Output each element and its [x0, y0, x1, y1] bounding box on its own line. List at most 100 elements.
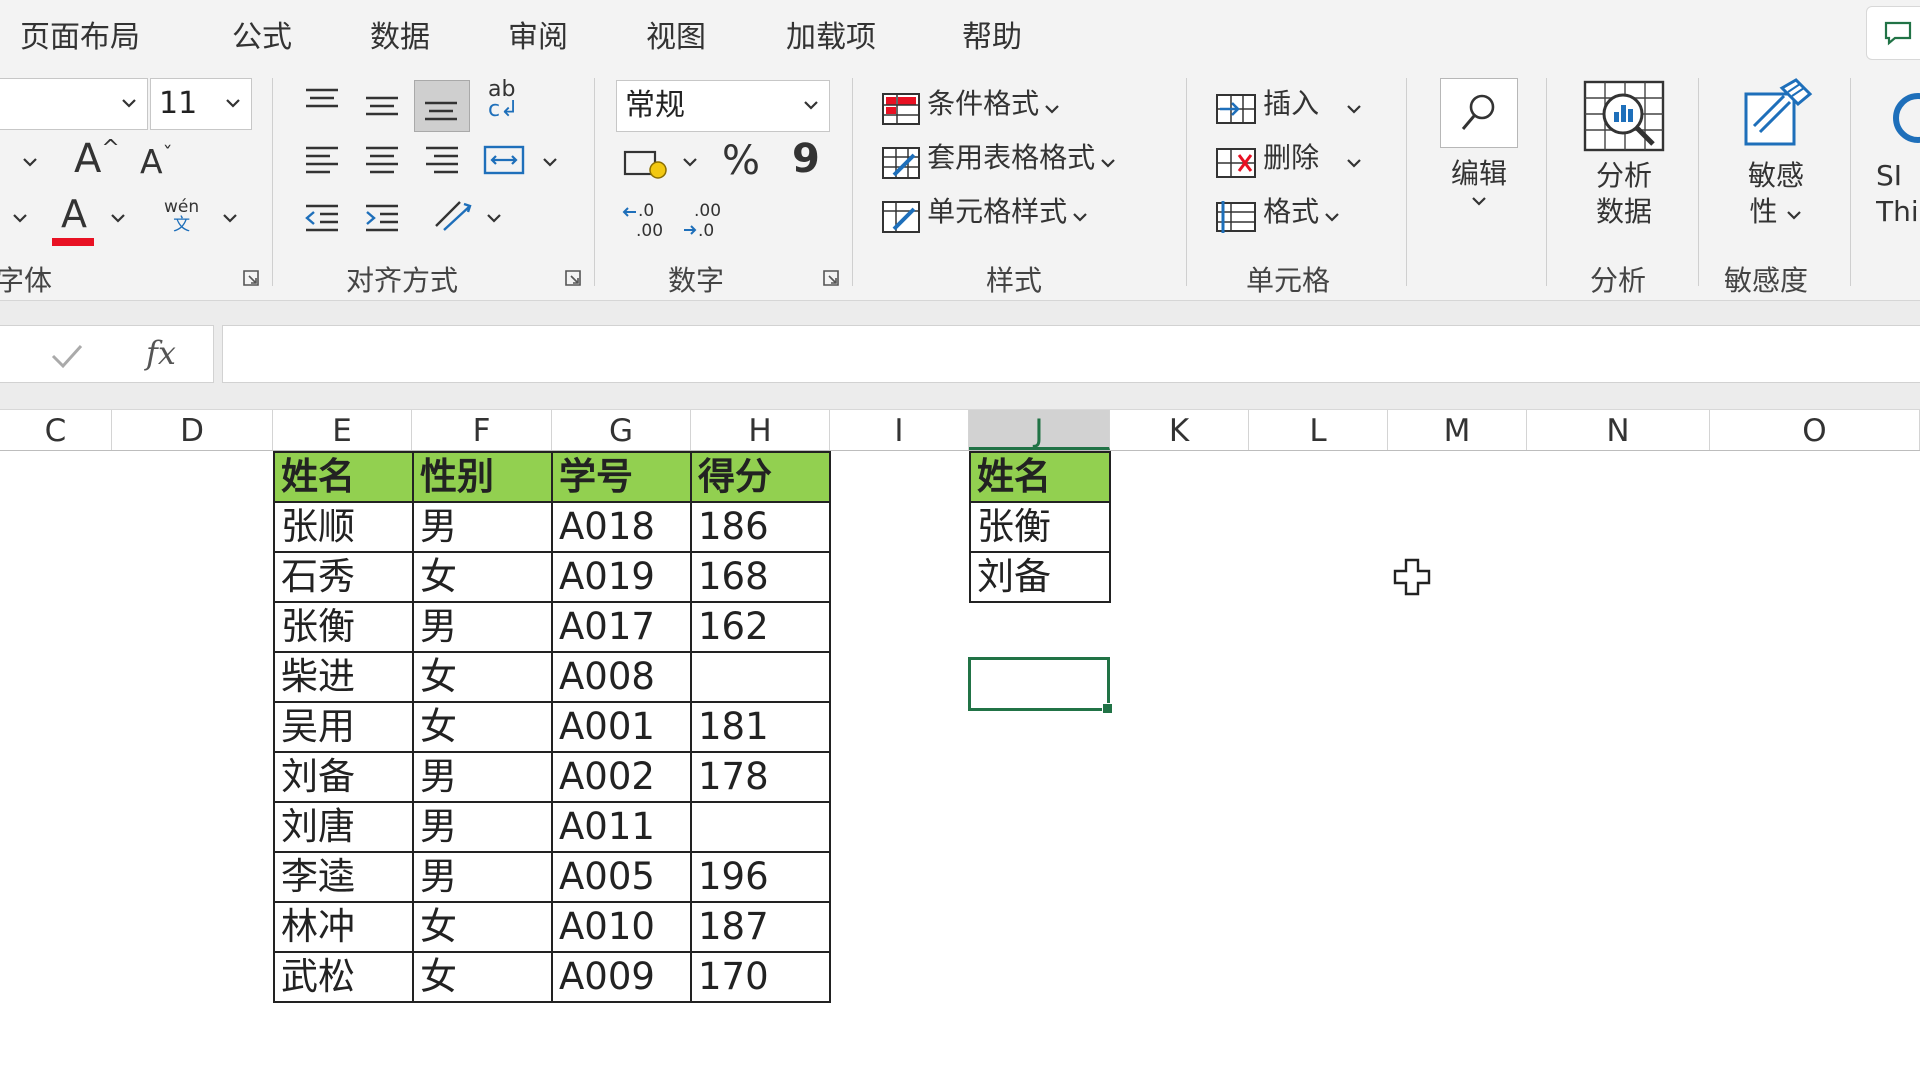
table-cell[interactable]: A001	[551, 701, 692, 753]
table-cell[interactable]: 武松	[273, 951, 414, 1003]
table-cell[interactable]: 196	[690, 851, 831, 903]
column-header-h[interactable]: H	[691, 410, 830, 450]
column-header-n[interactable]: N	[1527, 410, 1710, 450]
tab-help[interactable]: 帮助	[962, 12, 1022, 56]
table-cell[interactable]	[690, 801, 831, 853]
table-cell[interactable]: A002	[551, 751, 692, 803]
table-header-cell[interactable]: 得分	[690, 451, 831, 503]
chevron-down-icon[interactable]	[542, 156, 558, 168]
table-cell[interactable]: 张顺	[273, 501, 414, 553]
table-cell[interactable]: 170	[690, 951, 831, 1003]
font-name-combo[interactable]	[0, 78, 148, 130]
tab-view[interactable]: 视图	[646, 12, 706, 56]
column-header-f[interactable]: F	[412, 410, 552, 450]
table-cell[interactable]: 女	[412, 951, 553, 1003]
dialog-launcher-icon[interactable]	[822, 269, 840, 287]
chevron-down-icon[interactable]	[12, 212, 28, 224]
align-left-icon[interactable]	[302, 142, 342, 178]
table-cell[interactable]: A008	[551, 651, 692, 703]
dialog-launcher-icon[interactable]	[242, 269, 260, 287]
tab-formulas[interactable]: 公式	[232, 12, 292, 56]
font-color-button[interactable]: A	[52, 192, 96, 246]
increase-decimal-icon[interactable]: .0.00	[622, 198, 670, 242]
tab-page-layout[interactable]: 页面布局	[20, 12, 140, 56]
enter-check-icon[interactable]	[50, 342, 84, 370]
table-header-cell[interactable]: 性别	[412, 451, 553, 503]
column-header-o[interactable]: O	[1710, 410, 1920, 450]
tab-add-ins[interactable]: 加载项	[786, 12, 876, 56]
tab-data[interactable]: 数据	[370, 12, 430, 56]
comma-style-button[interactable]: 9	[792, 136, 820, 182]
sensitivity-button[interactable]: 敏感 性	[1726, 78, 1826, 230]
table-cell[interactable]: A005	[551, 851, 692, 903]
table-cell[interactable]: 女	[412, 551, 553, 603]
decrease-indent-icon[interactable]	[302, 200, 342, 236]
table-cell[interactable]: 刘唐	[273, 801, 414, 853]
decrease-font-button[interactable]: Aˇ	[140, 142, 173, 181]
table-cell[interactable]: 女	[412, 701, 553, 753]
font-size-combo[interactable]: 11	[150, 78, 252, 130]
analyze-data-button[interactable]: 分析 数据	[1578, 78, 1670, 230]
column-header-j[interactable]: J	[969, 410, 1110, 450]
column-header-i[interactable]: I	[830, 410, 969, 450]
insert-cells-button[interactable]: 插入	[1214, 82, 1362, 127]
table-cell[interactable]: A018	[551, 501, 692, 553]
table-header-cell[interactable]: 学号	[551, 451, 692, 503]
decrease-decimal-icon[interactable]: .00.0	[682, 198, 730, 242]
cutoff-addin-button[interactable]: SI Thi	[1876, 78, 1920, 230]
column-header-e[interactable]: E	[273, 410, 412, 450]
align-center-icon[interactable]	[362, 142, 402, 178]
column-header-m[interactable]: M	[1388, 410, 1527, 450]
table-cell[interactable]: 181	[690, 701, 831, 753]
wrap-text-button[interactable]: ab c↲	[488, 79, 519, 121]
table-cell[interactable]: 林冲	[273, 901, 414, 953]
table-cell[interactable]: 男	[412, 801, 553, 853]
table-cell[interactable]: A017	[551, 601, 692, 653]
orientation-icon[interactable]	[430, 196, 474, 236]
column-header-c[interactable]: C	[0, 410, 112, 450]
table-cell[interactable]: 187	[690, 901, 831, 953]
table-cell[interactable]: A011	[551, 801, 692, 853]
phonetic-guide-button[interactable]: wén 文	[164, 198, 199, 234]
conditional-format-button[interactable]: 条件格式	[880, 82, 1060, 127]
dialog-launcher-icon[interactable]	[564, 269, 582, 287]
chevron-down-icon[interactable]	[486, 212, 502, 224]
lookup-cell[interactable]: 张衡	[969, 501, 1111, 553]
percent-style-button[interactable]: %	[722, 138, 760, 184]
lookup-header-cell[interactable]: 姓名	[969, 451, 1111, 503]
table-cell[interactable]: 张衡	[273, 601, 414, 653]
table-cell[interactable]: A019	[551, 551, 692, 603]
table-cell[interactable]: 柴进	[273, 651, 414, 703]
fill-handle[interactable]	[1102, 703, 1113, 714]
table-cell[interactable]: 186	[690, 501, 831, 553]
active-cell-selection[interactable]	[968, 657, 1113, 714]
number-format-combo[interactable]: 常规	[616, 80, 830, 132]
align-top-icon[interactable]	[302, 84, 342, 120]
formula-input[interactable]	[222, 325, 1920, 383]
table-cell[interactable]: 石秀	[273, 551, 414, 603]
worksheet[interactable]: 姓名 性别 学号 得分 张顺男 A018 186 石秀女 A019 168 张衡男 A017 162 柴进…	[0, 451, 1920, 1080]
table-cell[interactable]: 168	[690, 551, 831, 603]
insert-function-button[interactable]: fx	[146, 334, 176, 372]
editing-button[interactable]: 编辑	[1436, 78, 1522, 211]
chevron-down-icon[interactable]	[682, 156, 698, 168]
column-header-g[interactable]: G	[552, 410, 691, 450]
table-cell[interactable]: 男	[412, 601, 553, 653]
increase-indent-icon[interactable]	[362, 200, 402, 236]
accounting-format-icon[interactable]	[622, 146, 670, 182]
format-cells-button[interactable]: 格式	[1214, 190, 1340, 235]
increase-font-button[interactable]: A^	[74, 136, 120, 182]
lookup-cell[interactable]: 刘备	[969, 551, 1111, 603]
table-cell[interactable]: 女	[412, 901, 553, 953]
comments-button[interactable]	[1866, 6, 1920, 60]
chevron-down-icon[interactable]	[22, 156, 38, 168]
table-cell[interactable]: A010	[551, 901, 692, 953]
column-header-k[interactable]: K	[1110, 410, 1249, 450]
table-cell[interactable]: 男	[412, 501, 553, 553]
tab-review[interactable]: 审阅	[508, 12, 568, 56]
align-bottom-button[interactable]	[414, 80, 470, 132]
table-cell[interactable]: A009	[551, 951, 692, 1003]
table-cell[interactable]: 李逵	[273, 851, 414, 903]
table-cell[interactable]: 男	[412, 851, 553, 903]
column-header-d[interactable]: D	[112, 410, 273, 450]
